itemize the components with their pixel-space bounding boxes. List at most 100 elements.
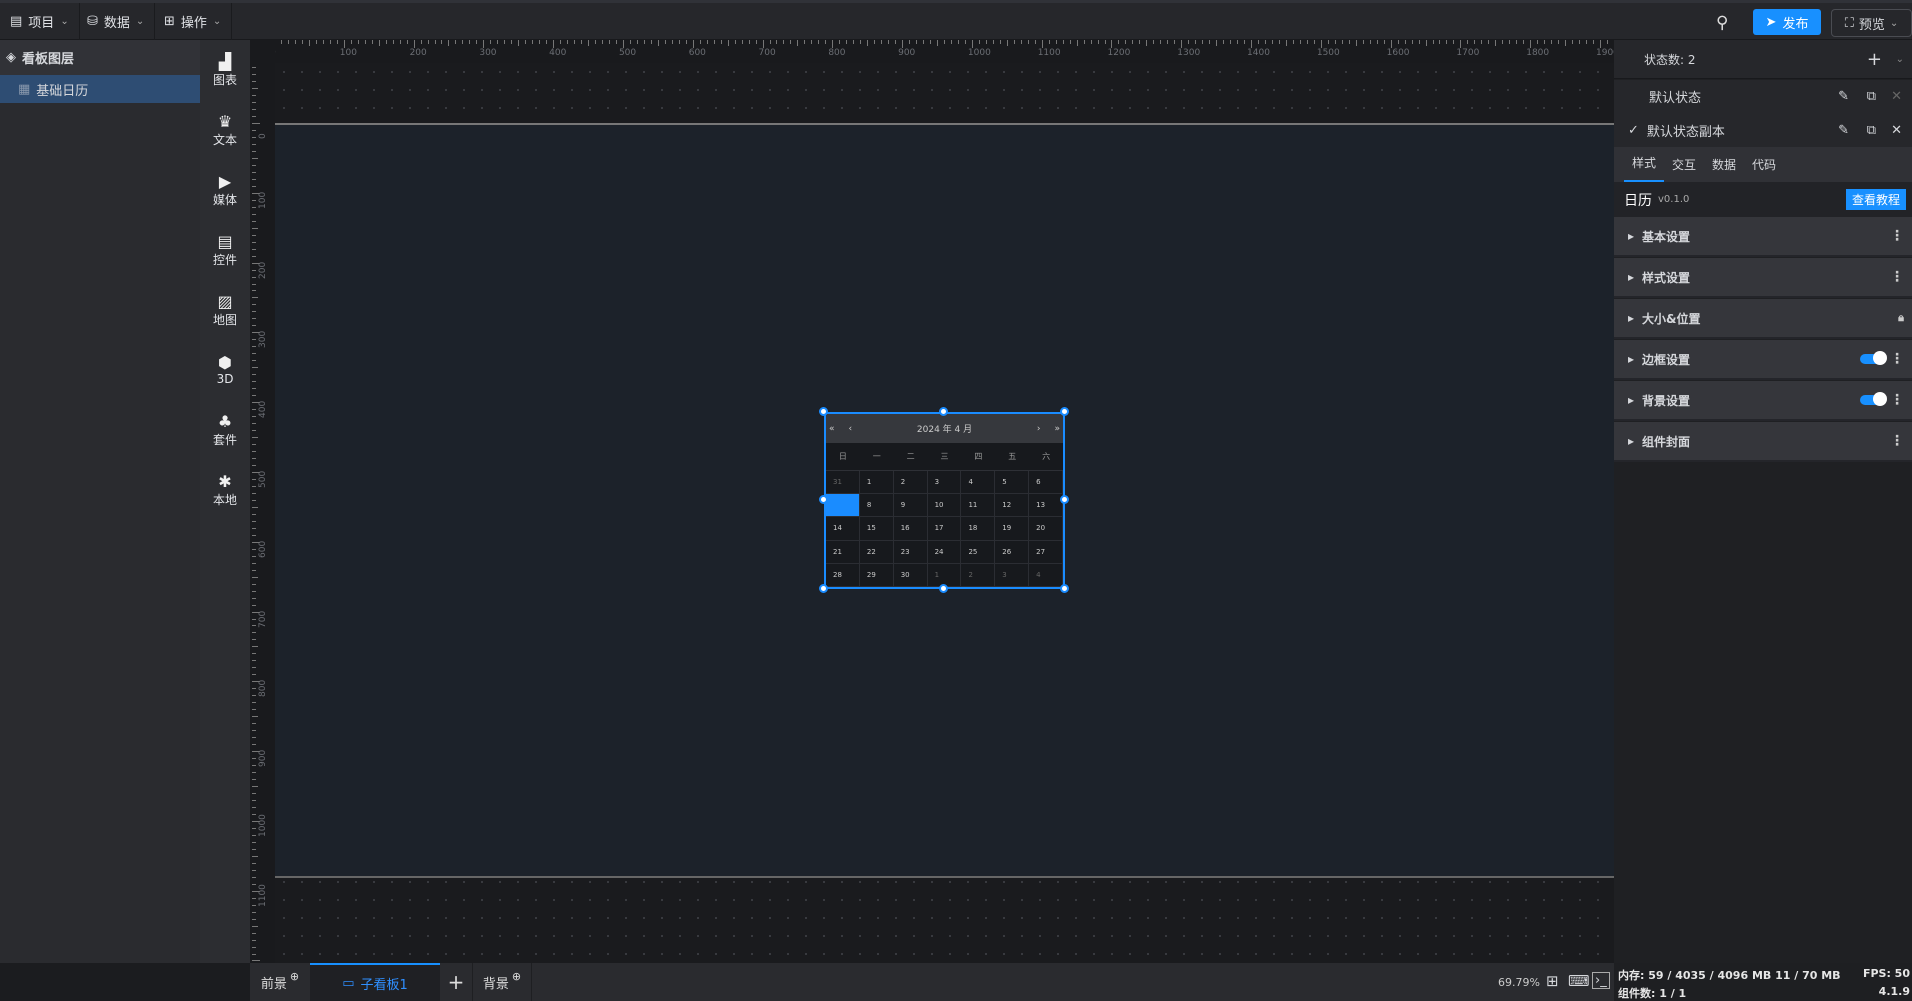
calendar-day[interactable]: 17	[928, 517, 962, 540]
tool-5[interactable]: ⬢ 3D	[200, 340, 250, 400]
calendar-widget[interactable]: «‹ 2024 年 4 月 ›» 日一二三四五六 31 1 2 3 4 5 6 8 9 10 11 1…	[824, 412, 1065, 589]
calendar-day[interactable]: 21	[826, 540, 860, 563]
calendar-day[interactable]: 24	[928, 540, 962, 563]
add-circle-icon[interactable]: ⊕	[512, 970, 521, 983]
next-month-icon[interactable]: ›	[1037, 424, 1041, 434]
calendar-day[interactable]: 31	[826, 471, 860, 494]
keyboard-icon[interactable]: ⌨	[1568, 972, 1590, 990]
lock-icon[interactable]: 🔒︎	[1898, 311, 1904, 325]
state-item-active[interactable]: ✓ 默认状态副本 ✎ ⧉ ✕	[1614, 113, 1912, 147]
calendar-day[interactable]: 15	[860, 517, 894, 540]
tool-2[interactable]: ▶ 媒体	[200, 160, 250, 220]
resize-handle[interactable]	[939, 584, 948, 593]
tab-subboard[interactable]: ▭ 子看板1	[310, 963, 440, 1001]
calendar-day[interactable]: 28	[826, 563, 860, 586]
toggle-switch[interactable]	[1860, 392, 1887, 406]
more-icon[interactable]: ⋮	[1890, 228, 1904, 244]
calendar-day[interactable]: 8	[860, 494, 894, 517]
resize-handle[interactable]	[819, 495, 828, 504]
more-icon[interactable]: ⋮	[1890, 351, 1904, 367]
tool-7[interactable]: ✱ 本地	[200, 460, 250, 520]
calendar-day[interactable]: 27	[1029, 540, 1064, 563]
more-icon[interactable]: ⋮	[1890, 392, 1904, 408]
search-icon[interactable]: ⚲	[1716, 13, 1728, 33]
calendar-day[interactable]	[826, 494, 860, 517]
calendar-day[interactable]: 3	[995, 563, 1030, 586]
terminal-icon[interactable]: ›_	[1592, 972, 1610, 989]
tool-1[interactable]: ♛ 文本	[200, 100, 250, 160]
settings-section[interactable]: ▸ 边框设置 ⋮	[1614, 340, 1912, 380]
menu-project[interactable]: ▤ 项目 ⌄	[0, 3, 80, 40]
calendar-day[interactable]: 14	[826, 517, 860, 540]
menu-data[interactable]: ⛁ 数据 ⌄	[77, 3, 156, 40]
add-tab-button[interactable]: +	[440, 963, 472, 1001]
calendar-day[interactable]: 16	[894, 517, 928, 540]
close-icon[interactable]: ✕	[1891, 89, 1902, 104]
calendar-day[interactable]: 23	[894, 540, 928, 563]
add-circle-icon[interactable]: ⊕	[290, 970, 299, 983]
publish-button[interactable]: ➤ 发布	[1753, 9, 1821, 35]
state-item[interactable]: 默认状态 ✎ ⧉ ✕	[1614, 80, 1912, 113]
tool-0[interactable]: ▟ 图表	[200, 40, 250, 100]
add-state-icon[interactable]: +	[1867, 49, 1882, 70]
settings-section[interactable]: ▸ 基本设置 ⋮	[1614, 217, 1912, 257]
settings-section[interactable]: ▸ 组件封面 ⋮	[1614, 422, 1912, 462]
calendar-day[interactable]: 2	[961, 563, 996, 586]
calendar-day[interactable]: 10	[928, 494, 962, 517]
more-icon[interactable]: ⋮	[1890, 269, 1904, 285]
tool-3[interactable]: ▤ 控件	[200, 220, 250, 280]
calendar-day[interactable]: 1	[860, 471, 894, 494]
tab-foreground[interactable]: 前景 ⊕	[250, 963, 310, 1001]
settings-section[interactable]: ▸ 样式设置 ⋮	[1614, 258, 1912, 298]
prev-year-icon[interactable]: «	[829, 424, 835, 434]
calendar-day[interactable]: 12	[995, 494, 1030, 517]
calendar-day[interactable]: 1	[928, 563, 962, 586]
tutorial-button[interactable]: 查看教程	[1845, 189, 1906, 210]
more-icon[interactable]: ⋮	[1890, 433, 1904, 449]
next-year-icon[interactable]: »	[1054, 424, 1060, 434]
tab-data[interactable]: 数据	[1704, 156, 1744, 173]
calendar-day[interactable]: 6	[1029, 471, 1064, 494]
tab-style[interactable]: 样式	[1624, 147, 1665, 182]
resize-handle[interactable]	[1060, 495, 1069, 504]
calendar-day[interactable]: 2	[894, 471, 928, 494]
edit-icon[interactable]: ✎	[1838, 123, 1849, 138]
copy-icon[interactable]: ⧉	[1867, 123, 1876, 138]
toggle-switch[interactable]	[1860, 351, 1887, 365]
tool-4[interactable]: ▨ 地图	[200, 280, 250, 340]
resize-handle[interactable]	[939, 407, 948, 416]
resize-handle[interactable]	[819, 584, 828, 593]
resize-handle[interactable]	[819, 407, 828, 416]
calendar-day[interactable]: 13	[1029, 494, 1064, 517]
menu-operation[interactable]: ⊞ 操作 ⌄	[154, 3, 233, 40]
tool-6[interactable]: ♣ 套件	[200, 400, 250, 460]
fit-screen-icon[interactable]: ⊞	[1546, 972, 1559, 990]
tab-code[interactable]: 代码	[1744, 156, 1784, 173]
tab-interaction[interactable]: 交互	[1664, 156, 1704, 173]
calendar-day[interactable]: 5	[995, 471, 1030, 494]
settings-section[interactable]: ▸ 背景设置 ⋮	[1614, 381, 1912, 421]
calendar-day[interactable]: 3	[928, 471, 962, 494]
calendar-day[interactable]: 11	[961, 494, 996, 517]
calendar-day[interactable]: 18	[961, 517, 996, 540]
layer-item[interactable]: ▦ 基础日历	[0, 75, 200, 103]
calendar-day[interactable]: 26	[995, 540, 1030, 563]
zoom-level[interactable]: 69.79%	[1498, 976, 1540, 989]
copy-icon[interactable]: ⧉	[1867, 89, 1876, 104]
calendar-day[interactable]: 20	[1029, 517, 1064, 540]
tab-background[interactable]: 背景 ⊕	[472, 963, 532, 1001]
preview-button[interactable]: ⛶ 预览 ⌄	[1831, 9, 1912, 37]
close-icon[interactable]: ✕	[1891, 123, 1902, 138]
chevron-down-icon[interactable]: ⌄	[1896, 54, 1904, 65]
calendar-day[interactable]: 9	[894, 494, 928, 517]
calendar-day[interactable]: 4	[961, 471, 996, 494]
resize-handle[interactable]	[1060, 407, 1069, 416]
calendar-day[interactable]: 4	[1029, 563, 1064, 586]
calendar-day[interactable]: 25	[961, 540, 996, 563]
calendar-day[interactable]: 19	[995, 517, 1030, 540]
calendar-day[interactable]: 22	[860, 540, 894, 563]
calendar-day[interactable]: 29	[860, 563, 894, 586]
settings-section[interactable]: ▸ 大小&位置 🔒︎	[1614, 299, 1912, 339]
resize-handle[interactable]	[1060, 584, 1069, 593]
calendar-day[interactable]: 30	[894, 563, 928, 586]
